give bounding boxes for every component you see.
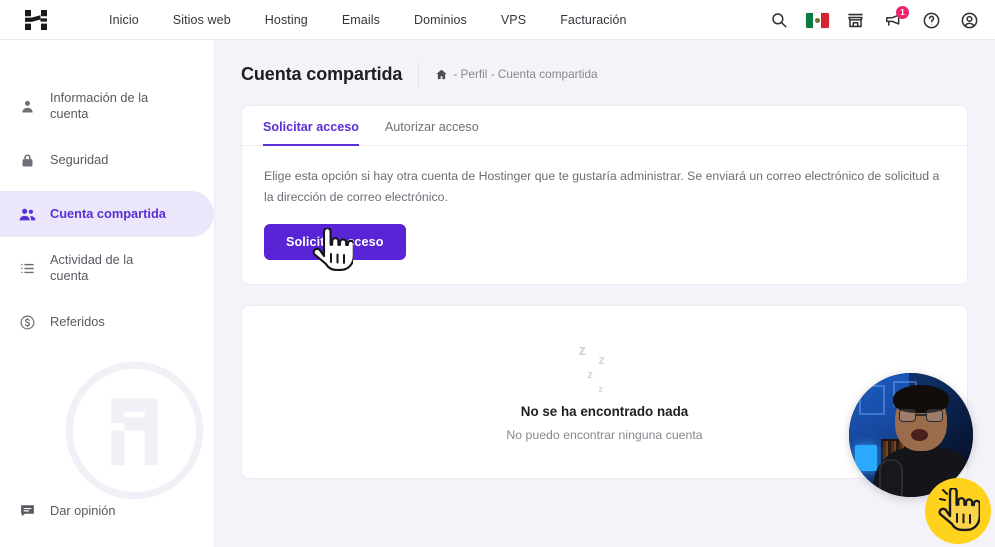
home-icon[interactable] [435, 68, 448, 81]
tab-autorizar-acceso[interactable]: Autorizar acceso [385, 120, 479, 146]
empty-state-subtitle: No puedo encontrar ninguna cuenta [506, 428, 703, 443]
webcam-person-mouth [911, 429, 928, 441]
notifications-megaphone-icon[interactable]: 1 [881, 6, 909, 32]
person-icon [18, 97, 37, 116]
nav-item-vps[interactable]: VPS [484, 0, 543, 40]
dollar-circle-icon [18, 313, 37, 332]
top-bar-icon-group: 1 [767, 0, 981, 40]
sidebar-item-cuenta-compartida[interactable]: Cuenta compartida [0, 191, 214, 237]
sidebar-item-label: Cuenta compartida [50, 205, 166, 221]
tab-bar: Solicitar acceso Autorizar acceso [242, 106, 967, 146]
solicitar-acceso-button[interactable]: Solicitar acceso [264, 224, 406, 261]
nav-item-dominios[interactable]: Dominios [397, 0, 484, 40]
breadcrumb: - Perfil - Cuenta compartida [435, 67, 598, 81]
mexico-flag-icon[interactable] [805, 8, 829, 32]
nav-item-inicio[interactable]: Inicio [92, 0, 156, 40]
help-question-icon[interactable] [919, 8, 943, 32]
profile-avatar-icon[interactable] [957, 8, 981, 32]
sidebar-item-actividad-de-la-cuenta[interactable]: Actividad de la cuenta [0, 245, 214, 291]
list-icon [18, 259, 37, 278]
sidebar-item-referidos[interactable]: Referidos [0, 299, 214, 345]
z-glyph: z [587, 369, 594, 382]
tab-solicitar-acceso[interactable]: Solicitar acceso [263, 120, 359, 146]
people-icon [18, 205, 37, 224]
webcam-microphone [879, 459, 903, 497]
page-title: Cuenta compartida [241, 63, 403, 84]
sidebar-feedback-label: Dar opinión [50, 503, 116, 518]
nav-item-sitios-web[interactable]: Sitios web [156, 0, 248, 40]
sidebar-item-dar-opinion[interactable]: Dar opinión [18, 501, 115, 520]
sidebar: Información de la cuenta Seguridad Cuent… [0, 40, 215, 547]
lock-icon [18, 151, 37, 170]
hostinger-logo-watermark-icon [62, 358, 207, 503]
app-root: Inicio Sitios web Hosting Emails Dominio… [0, 0, 995, 547]
notification-count-badge: 1 [896, 6, 909, 19]
flag-graphic [805, 12, 829, 28]
sleep-zzz-icon: z z z z [575, 342, 635, 400]
request-access-description: Elige esta opción si hay otra cuenta de … [264, 169, 940, 204]
z-glyph: z [578, 342, 587, 360]
sidebar-item-label: Información de la cuenta [50, 89, 149, 121]
sidebar-item-label: Referidos [50, 313, 105, 329]
nav-item-hosting[interactable]: Hosting [248, 0, 325, 40]
z-glyph: z [598, 353, 605, 368]
top-navigation-bar: Inicio Sitios web Hosting Emails Dominio… [0, 0, 995, 40]
shared-account-card: Solicitar acceso Autorizar acceso Elige … [241, 105, 968, 286]
sidebar-item-label: Seguridad [50, 151, 109, 167]
nav-item-emails[interactable]: Emails [325, 0, 397, 40]
store-icon[interactable] [843, 8, 867, 32]
nav-item-facturacion[interactable]: Facturación [543, 0, 643, 40]
search-icon[interactable] [767, 8, 791, 32]
webcam-person-glasses [899, 409, 943, 422]
primary-nav: Inicio Sitios web Hosting Emails Dominio… [92, 0, 644, 40]
hostinger-h-logo-icon [23, 9, 49, 31]
breadcrumb-trail: - Perfil - Cuenta compartida [453, 67, 598, 81]
pointing-hand-click-badge-icon [925, 478, 991, 544]
webcam-monitor-glow [855, 445, 877, 471]
request-access-panel: Elige esta opción si hay otra cuenta de … [242, 146, 967, 284]
sidebar-item-informacion-de-la-cuenta[interactable]: Información de la cuenta [0, 83, 214, 129]
hostinger-logo-button[interactable] [0, 0, 72, 40]
chat-feedback-icon [18, 501, 37, 520]
sidebar-nav-list: Información de la cuenta Seguridad Cuent… [0, 40, 214, 345]
header-divider [418, 62, 420, 86]
page-header: Cuenta compartida - Perfil - Cuenta comp… [215, 40, 995, 86]
sidebar-item-label: Actividad de la cuenta [50, 251, 134, 283]
empty-state-title: No se ha encontrado nada [520, 404, 689, 420]
z-glyph: z [598, 384, 604, 395]
sidebar-item-seguridad[interactable]: Seguridad [0, 137, 214, 183]
webcam-wall-frame [859, 385, 885, 415]
